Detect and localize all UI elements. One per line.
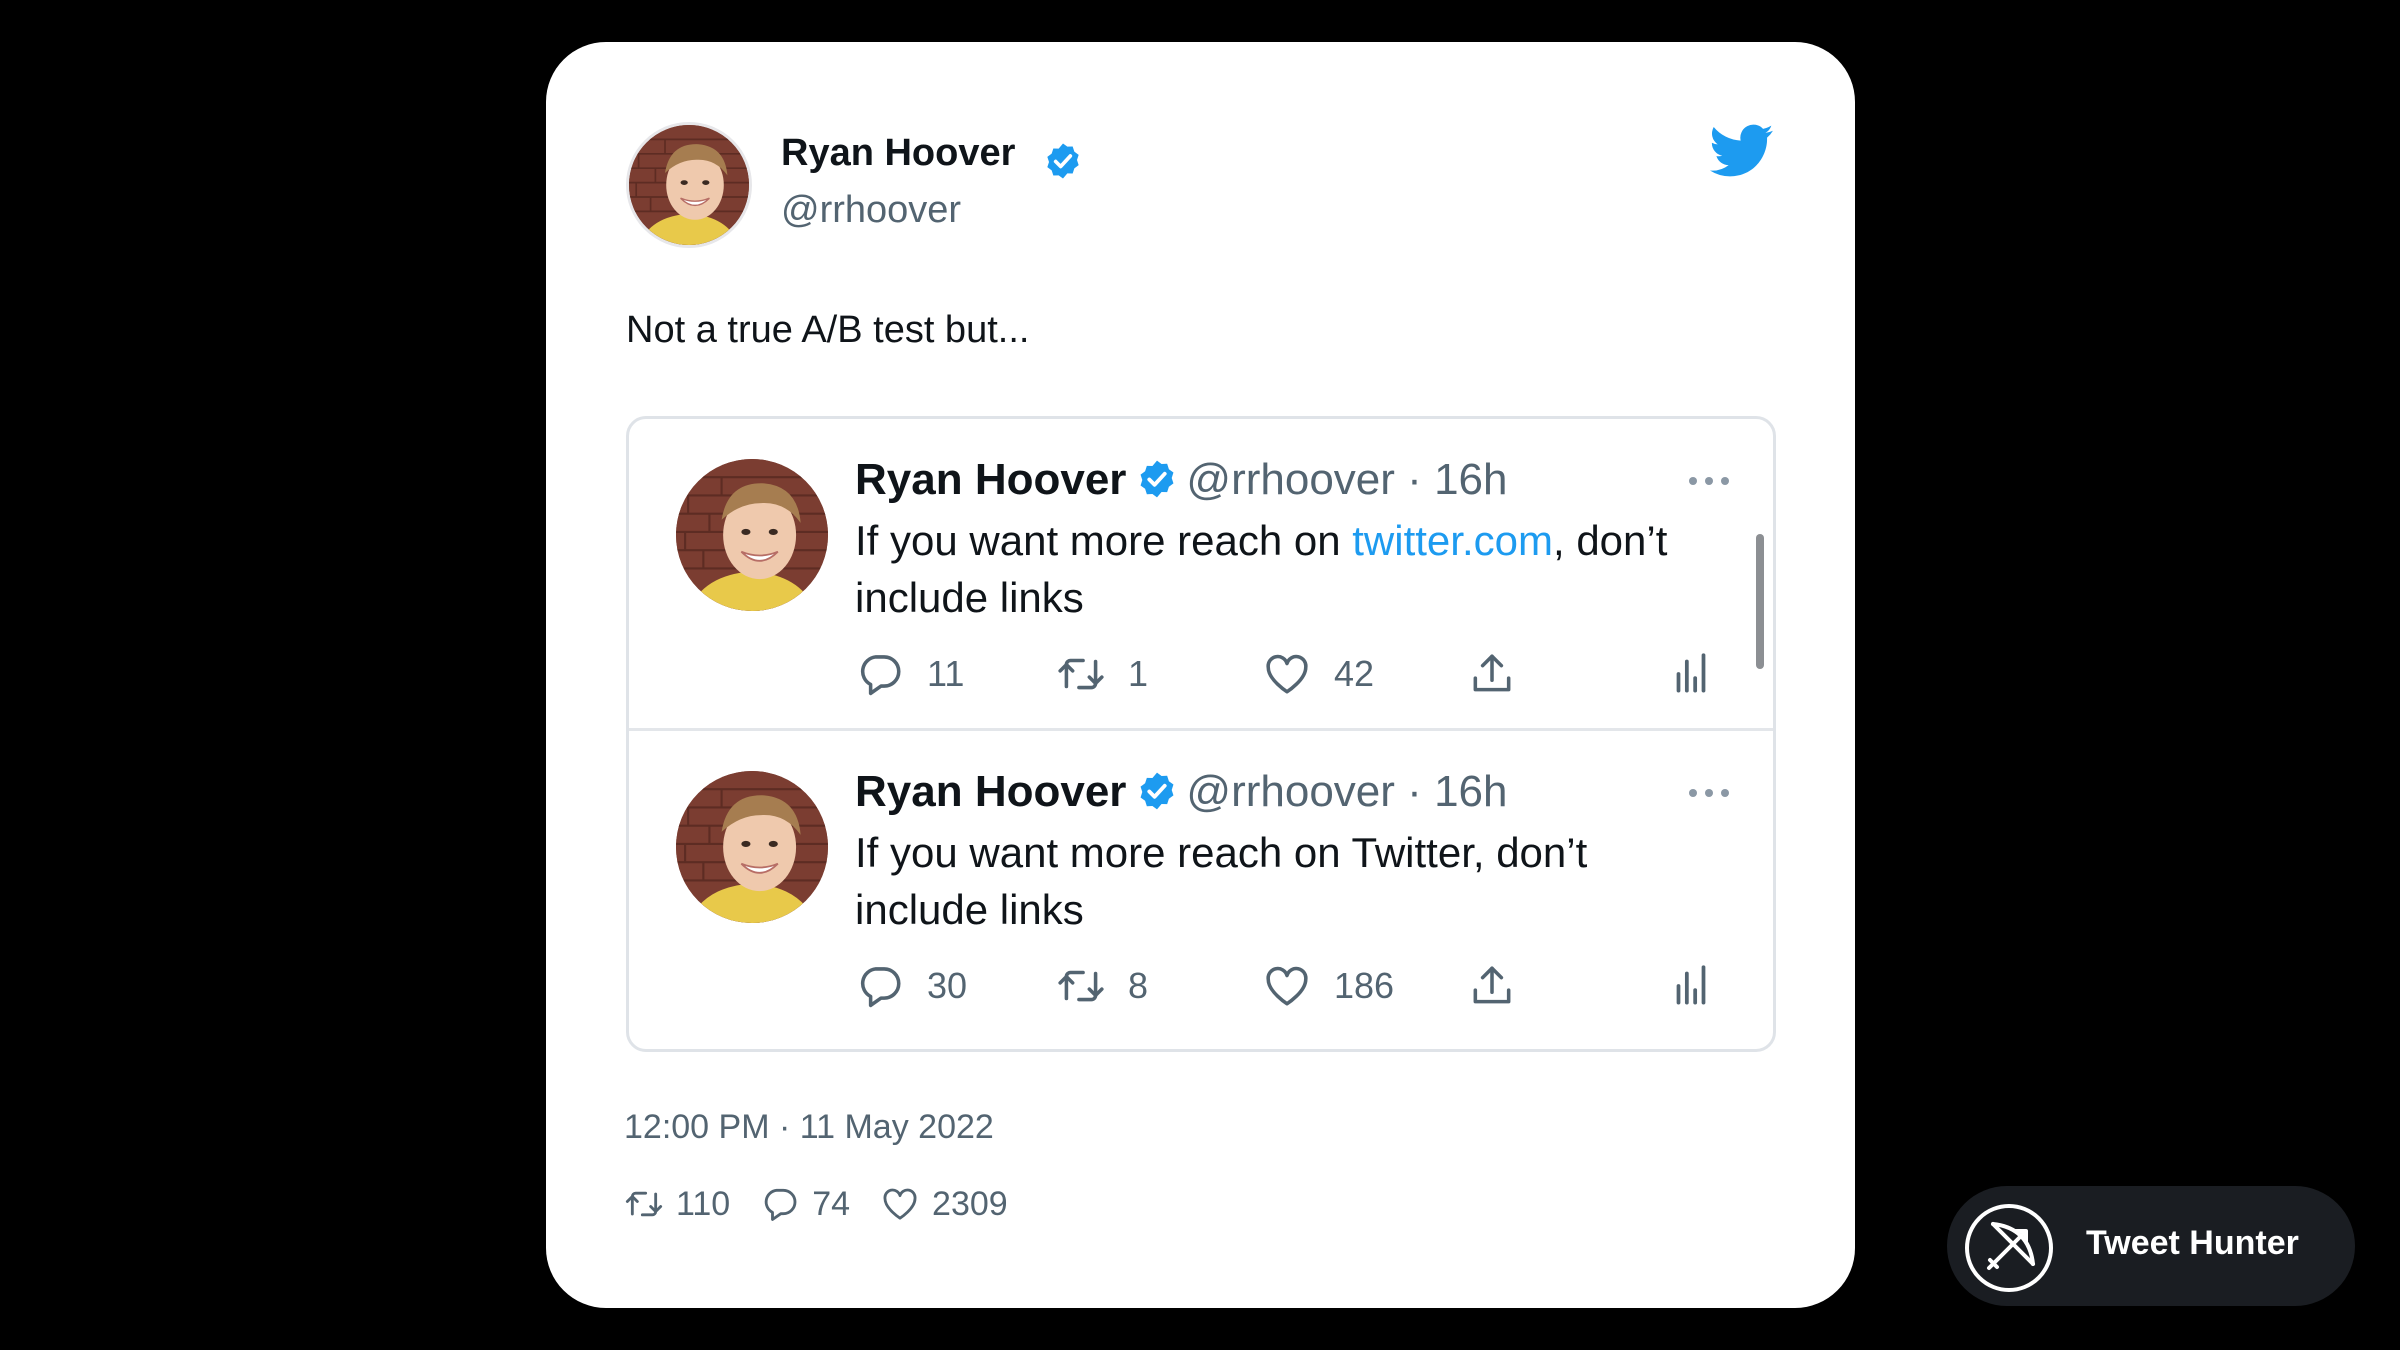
tweet-stats: 110 74 2309 — [624, 1182, 1038, 1226]
author-handle[interactable]: @rrhoover — [781, 189, 961, 232]
verified-badge-icon — [1136, 458, 1178, 500]
reply-icon — [855, 649, 905, 699]
embedded-tweet-header: Ryan Hoover @rrhoover · 16h — [855, 767, 1507, 818]
analytics-icon — [1666, 649, 1716, 699]
heart-icon — [1262, 649, 1312, 699]
like-count: 42 — [1334, 653, 1375, 694]
author-handle[interactable]: @rrhoover — [1186, 767, 1395, 816]
twitter-bird-icon — [1710, 124, 1773, 177]
embedded-tweet-header: Ryan Hoover @rrhoover · 16h — [855, 455, 1507, 506]
reply-button[interactable]: 11 — [855, 649, 964, 699]
author-handle[interactable]: @rrhoover — [1186, 455, 1395, 504]
author-name[interactable]: Ryan Hoover — [781, 132, 1015, 175]
like-button[interactable]: 42 — [1262, 649, 1374, 699]
like-button[interactable]: 186 — [1262, 961, 1394, 1011]
tweet-text: Not a true A/B test but... — [626, 309, 1030, 351]
embedded-tweets[interactable]: Ryan Hoover @rrhoover · 16h If you want m… — [626, 416, 1776, 1052]
more-options-icon[interactable] — [1687, 787, 1731, 799]
retweet-count: 1 — [1128, 653, 1149, 694]
verified-badge-icon — [1136, 770, 1178, 812]
reply-icon — [760, 1184, 800, 1224]
embedded-tweet[interactable]: Ryan Hoover @rrhoover · 16h If you want m… — [629, 419, 1773, 731]
analytics-button[interactable] — [1666, 961, 1716, 1011]
analytics-button[interactable] — [1666, 649, 1716, 699]
tweet-timestamp[interactable]: 12:00 PM · 11 May 2022 — [624, 1108, 994, 1147]
retweet-icon — [1056, 961, 1106, 1011]
tweet-link[interactable]: twitter.com — [1352, 517, 1553, 564]
retweet-icon — [1056, 649, 1106, 699]
embedded-tweet-text: If you want more reach on Twitter, don’t… — [855, 824, 1715, 938]
retweet-button[interactable]: 1 — [1056, 649, 1148, 699]
author-avatar[interactable] — [626, 122, 752, 248]
bow-and-arrow-icon — [1965, 1204, 2053, 1292]
tweet-time[interactable]: 16h — [1434, 455, 1507, 504]
retweet-count: 8 — [1128, 965, 1149, 1006]
share-icon — [1467, 649, 1517, 699]
tweet-hunter-badge[interactable]: Tweet Hunter — [1947, 1186, 2355, 1306]
author-avatar[interactable] — [676, 771, 828, 923]
author-name[interactable]: Ryan Hoover — [855, 767, 1126, 816]
like-count: 2309 — [932, 1184, 1008, 1223]
retweet-icon — [624, 1184, 664, 1224]
reply-count: 74 — [812, 1184, 851, 1223]
brand-label: Tweet Hunter — [2086, 1224, 2299, 1262]
reply-stat[interactable]: 74 — [760, 1184, 850, 1224]
embedded-tweet-text: If you want more reach on twitter.com, d… — [855, 512, 1715, 626]
tweet-text-part: If you want more reach on — [855, 517, 1353, 564]
analytics-icon — [1666, 961, 1716, 1011]
share-icon — [1467, 961, 1517, 1011]
heart-icon — [880, 1184, 920, 1224]
tweet-card: Ryan Hoover @rrhoover Not a true A/B tes… — [546, 42, 1855, 1308]
author-name[interactable]: Ryan Hoover — [855, 455, 1126, 504]
reply-icon — [855, 961, 905, 1011]
share-button[interactable] — [1467, 649, 1517, 699]
tweet-time[interactable]: 16h — [1434, 767, 1507, 816]
scrollbar-thumb[interactable] — [1756, 534, 1764, 669]
separator-dot: · — [1407, 455, 1422, 504]
tweet-text-part: If you want more reach on Twitter, don’t… — [855, 829, 1588, 933]
share-button[interactable] — [1467, 961, 1517, 1011]
like-count: 186 — [1334, 965, 1395, 1006]
retweet-stat[interactable]: 110 — [624, 1184, 730, 1224]
retweet-count: 110 — [676, 1184, 731, 1223]
like-stat[interactable]: 2309 — [880, 1184, 1008, 1224]
heart-icon — [1262, 961, 1312, 1011]
separator-dot: · — [1407, 767, 1422, 816]
reply-button[interactable]: 30 — [855, 961, 967, 1011]
reply-count: 11 — [927, 653, 965, 694]
reply-count: 30 — [927, 965, 968, 1006]
more-options-icon[interactable] — [1687, 475, 1731, 487]
retweet-button[interactable]: 8 — [1056, 961, 1148, 1011]
author-avatar[interactable] — [676, 459, 828, 611]
verified-badge-icon — [1043, 141, 1083, 181]
embedded-tweet[interactable]: Ryan Hoover @rrhoover · 16h If you want m… — [629, 731, 1773, 1043]
